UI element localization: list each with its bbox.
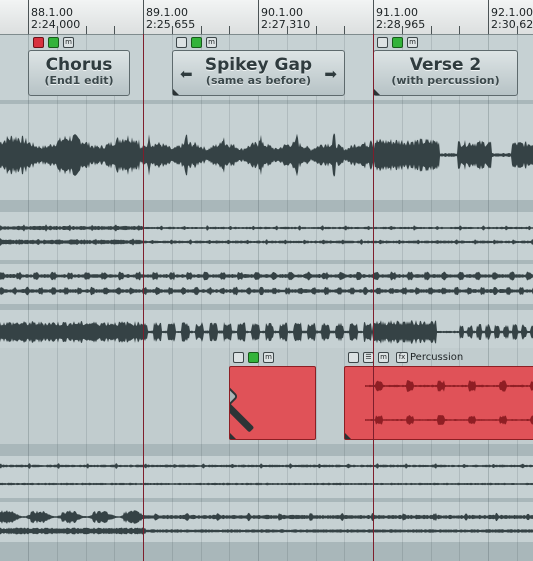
mute-button[interactable]: m xyxy=(263,352,274,363)
item-verse-2[interactable]: Verse 2 (with percussion) xyxy=(373,50,518,96)
envelope-icon[interactable] xyxy=(248,352,259,363)
fold-marker xyxy=(374,89,380,95)
item-chorus[interactable]: Chorus (End1 edit) xyxy=(28,50,130,96)
fold-marker xyxy=(230,433,236,439)
item-subtitle: (with percussion) xyxy=(391,74,500,87)
fold-marker xyxy=(345,433,351,439)
waveform-track-3b xyxy=(0,286,533,296)
lock-icon[interactable] xyxy=(33,37,44,48)
mute-button[interactable]: m xyxy=(407,37,418,48)
envelope-icon[interactable] xyxy=(48,37,59,48)
item-title: Verse 2 xyxy=(409,55,482,75)
lock-icon[interactable] xyxy=(377,37,388,48)
hammer-icon xyxy=(230,384,254,432)
waveform-track-3 xyxy=(0,271,533,281)
item-name-percussion: Percussion xyxy=(410,352,464,363)
waveform-track-7 xyxy=(0,510,533,524)
mute-button[interactable]: m xyxy=(63,37,74,48)
lock-icon[interactable] xyxy=(348,352,359,363)
item-title: Spikey Gap xyxy=(204,55,313,75)
waveform-track-2b xyxy=(0,238,533,246)
waveform-percussion-top xyxy=(365,380,533,392)
envelope-icon[interactable] xyxy=(191,37,202,48)
item-subtitle: (same as before) xyxy=(205,74,312,87)
marker-line[interactable] xyxy=(143,34,144,561)
fx-button[interactable]: fx xyxy=(396,352,408,363)
waveform-track-6 xyxy=(0,463,533,469)
item-subtitle: (End1 edit) xyxy=(44,74,114,87)
waveform-track-7b xyxy=(0,527,533,535)
waveform-track-4 xyxy=(0,320,533,344)
mute-button[interactable]: m xyxy=(206,37,217,48)
waveform-track-6b xyxy=(0,482,533,486)
item-title: Chorus xyxy=(45,55,113,75)
waveform-percussion-bottom xyxy=(365,415,533,425)
lock-icon[interactable] xyxy=(176,37,187,48)
envelope-icon[interactable] xyxy=(392,37,403,48)
item-spikey-gap[interactable]: ⬅ Spikey Gap (same as before) ➡ xyxy=(172,50,345,96)
waveform-track-2 xyxy=(0,224,533,232)
right-arrow-icon: ➡ xyxy=(324,65,337,83)
lock-icon[interactable] xyxy=(233,352,244,363)
marker-line[interactable] xyxy=(373,34,374,561)
item-hammer[interactable] xyxy=(229,366,316,440)
fold-marker xyxy=(173,89,179,95)
mute-button[interactable]: m xyxy=(378,352,389,363)
left-arrow-icon: ⬅ xyxy=(180,65,193,83)
waveform-main xyxy=(0,133,533,177)
